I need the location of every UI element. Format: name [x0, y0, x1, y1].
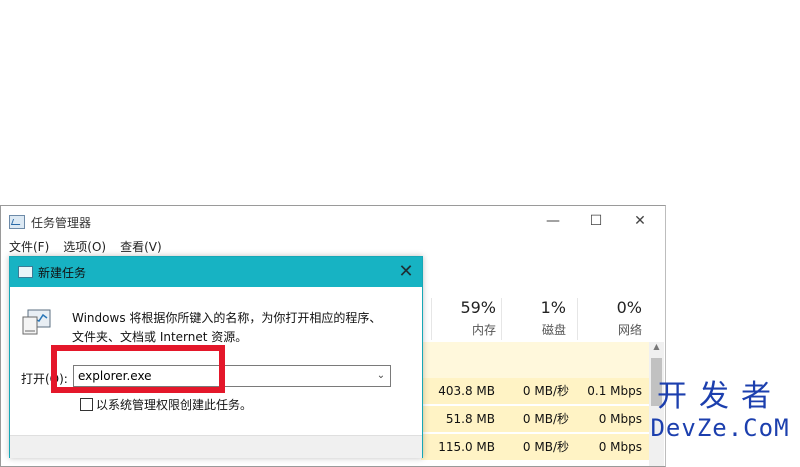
watermark-line-chinese: 开发者: [657, 379, 783, 414]
task-manager-title: 任务管理器: [31, 215, 92, 230]
disk-percent: 1%: [540, 298, 566, 317]
network-percent: 0%: [616, 298, 642, 317]
minimize-button[interactable]: —: [538, 209, 568, 233]
dialog-close-icon[interactable]: ✕: [394, 260, 418, 284]
close-button[interactable]: ✕: [625, 209, 655, 233]
menu-view[interactable]: 查看(V): [120, 238, 162, 255]
menu-bar: 文件(F) 选项(O) 查看(V): [9, 238, 162, 255]
description-line: Windows 将根据你所键入的名称，为你打开相应的程序、: [72, 311, 382, 325]
maximize-button[interactable]: ☐: [581, 209, 611, 233]
row-network: 0 Mbps: [598, 440, 642, 454]
row-network: 0 Mbps: [598, 412, 642, 426]
watermark-logo: 开发者 DevZe.CoM: [645, 379, 795, 443]
highlight-annotation-box: [51, 345, 225, 393]
chevron-down-icon[interactable]: ⌄: [374, 369, 388, 383]
task-manager-icon: [9, 215, 25, 229]
column-header-memory[interactable]: 59% 内存: [431, 298, 502, 340]
memory-label: 内存: [471, 323, 496, 337]
admin-privileges-label: 以系统管理权限创建此任务。: [96, 398, 253, 412]
dialog-title: 新建任务: [38, 266, 87, 280]
disk-label: 磁盘: [541, 323, 566, 337]
scroll-up-arrow-icon[interactable]: ▲: [649, 342, 664, 356]
row-network: 0.1 Mbps: [587, 384, 642, 398]
dialog-button-area: [10, 435, 422, 458]
menu-options[interactable]: 选项(O): [63, 238, 106, 255]
column-header-network[interactable]: 0% 网络: [577, 298, 648, 340]
watermark-line-english: DevZe.CoM: [650, 414, 790, 442]
row-disk: 0 MB/秒: [522, 440, 569, 454]
run-program-icon: [22, 309, 51, 335]
task-manager-titlebar: 任务管理器: [9, 214, 91, 230]
menu-file[interactable]: 文件(F): [9, 238, 49, 255]
network-label: 网络: [617, 323, 642, 337]
row-disk: 0 MB/秒: [522, 412, 569, 426]
row-memory: 115.0 MB: [438, 440, 495, 454]
dialog-description: Windows 将根据你所键入的名称，为你打开相应的程序、 文件夹、文档或 In…: [72, 309, 412, 347]
column-header-disk[interactable]: 1% 磁盘: [501, 298, 572, 340]
admin-privileges-checkbox[interactable]: [80, 398, 93, 411]
run-dialog-icon: [18, 266, 33, 278]
row-memory: 51.8 MB: [445, 412, 495, 426]
row-memory: 403.8 MB: [438, 384, 495, 398]
process-group-row: [421, 342, 649, 378]
row-disk: 0 MB/秒: [522, 384, 569, 398]
memory-percent: 59%: [460, 298, 496, 317]
